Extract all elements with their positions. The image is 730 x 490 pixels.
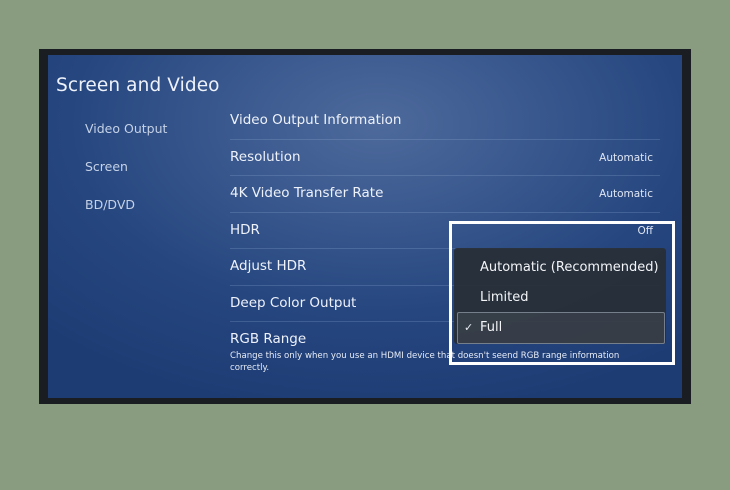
setting-value: Automatic: [599, 151, 653, 164]
setting-resolution[interactable]: Resolution Automatic: [230, 140, 660, 176]
setting-label: Video Output Information: [230, 112, 402, 128]
setting-label: HDR: [230, 221, 260, 238]
setting-label: 4K Video Transfer Rate: [230, 185, 384, 201]
sidebar-item-screen[interactable]: Screen: [85, 159, 167, 174]
sidebar-nav: Video Output Screen BD/DVD: [85, 121, 167, 235]
sidebar-item-bd-dvd[interactable]: BD/DVD: [85, 197, 167, 212]
page-title: Screen and Video: [56, 75, 220, 96]
setting-value: Automatic: [599, 188, 653, 200]
setting-4k-video-transfer-rate[interactable]: 4K Video Transfer Rate Automatic: [230, 176, 660, 213]
setting-label: Deep Color Output: [230, 294, 357, 311]
setting-label: Resolution: [230, 148, 301, 165]
setting-video-output-information[interactable]: Video Output Information: [230, 103, 660, 140]
highlight-annotation-box: [449, 221, 675, 365]
sidebar-item-video-output[interactable]: Video Output: [85, 121, 167, 136]
setting-label: RGB Range: [230, 331, 307, 347]
setting-label: Adjust HDR: [230, 258, 307, 274]
